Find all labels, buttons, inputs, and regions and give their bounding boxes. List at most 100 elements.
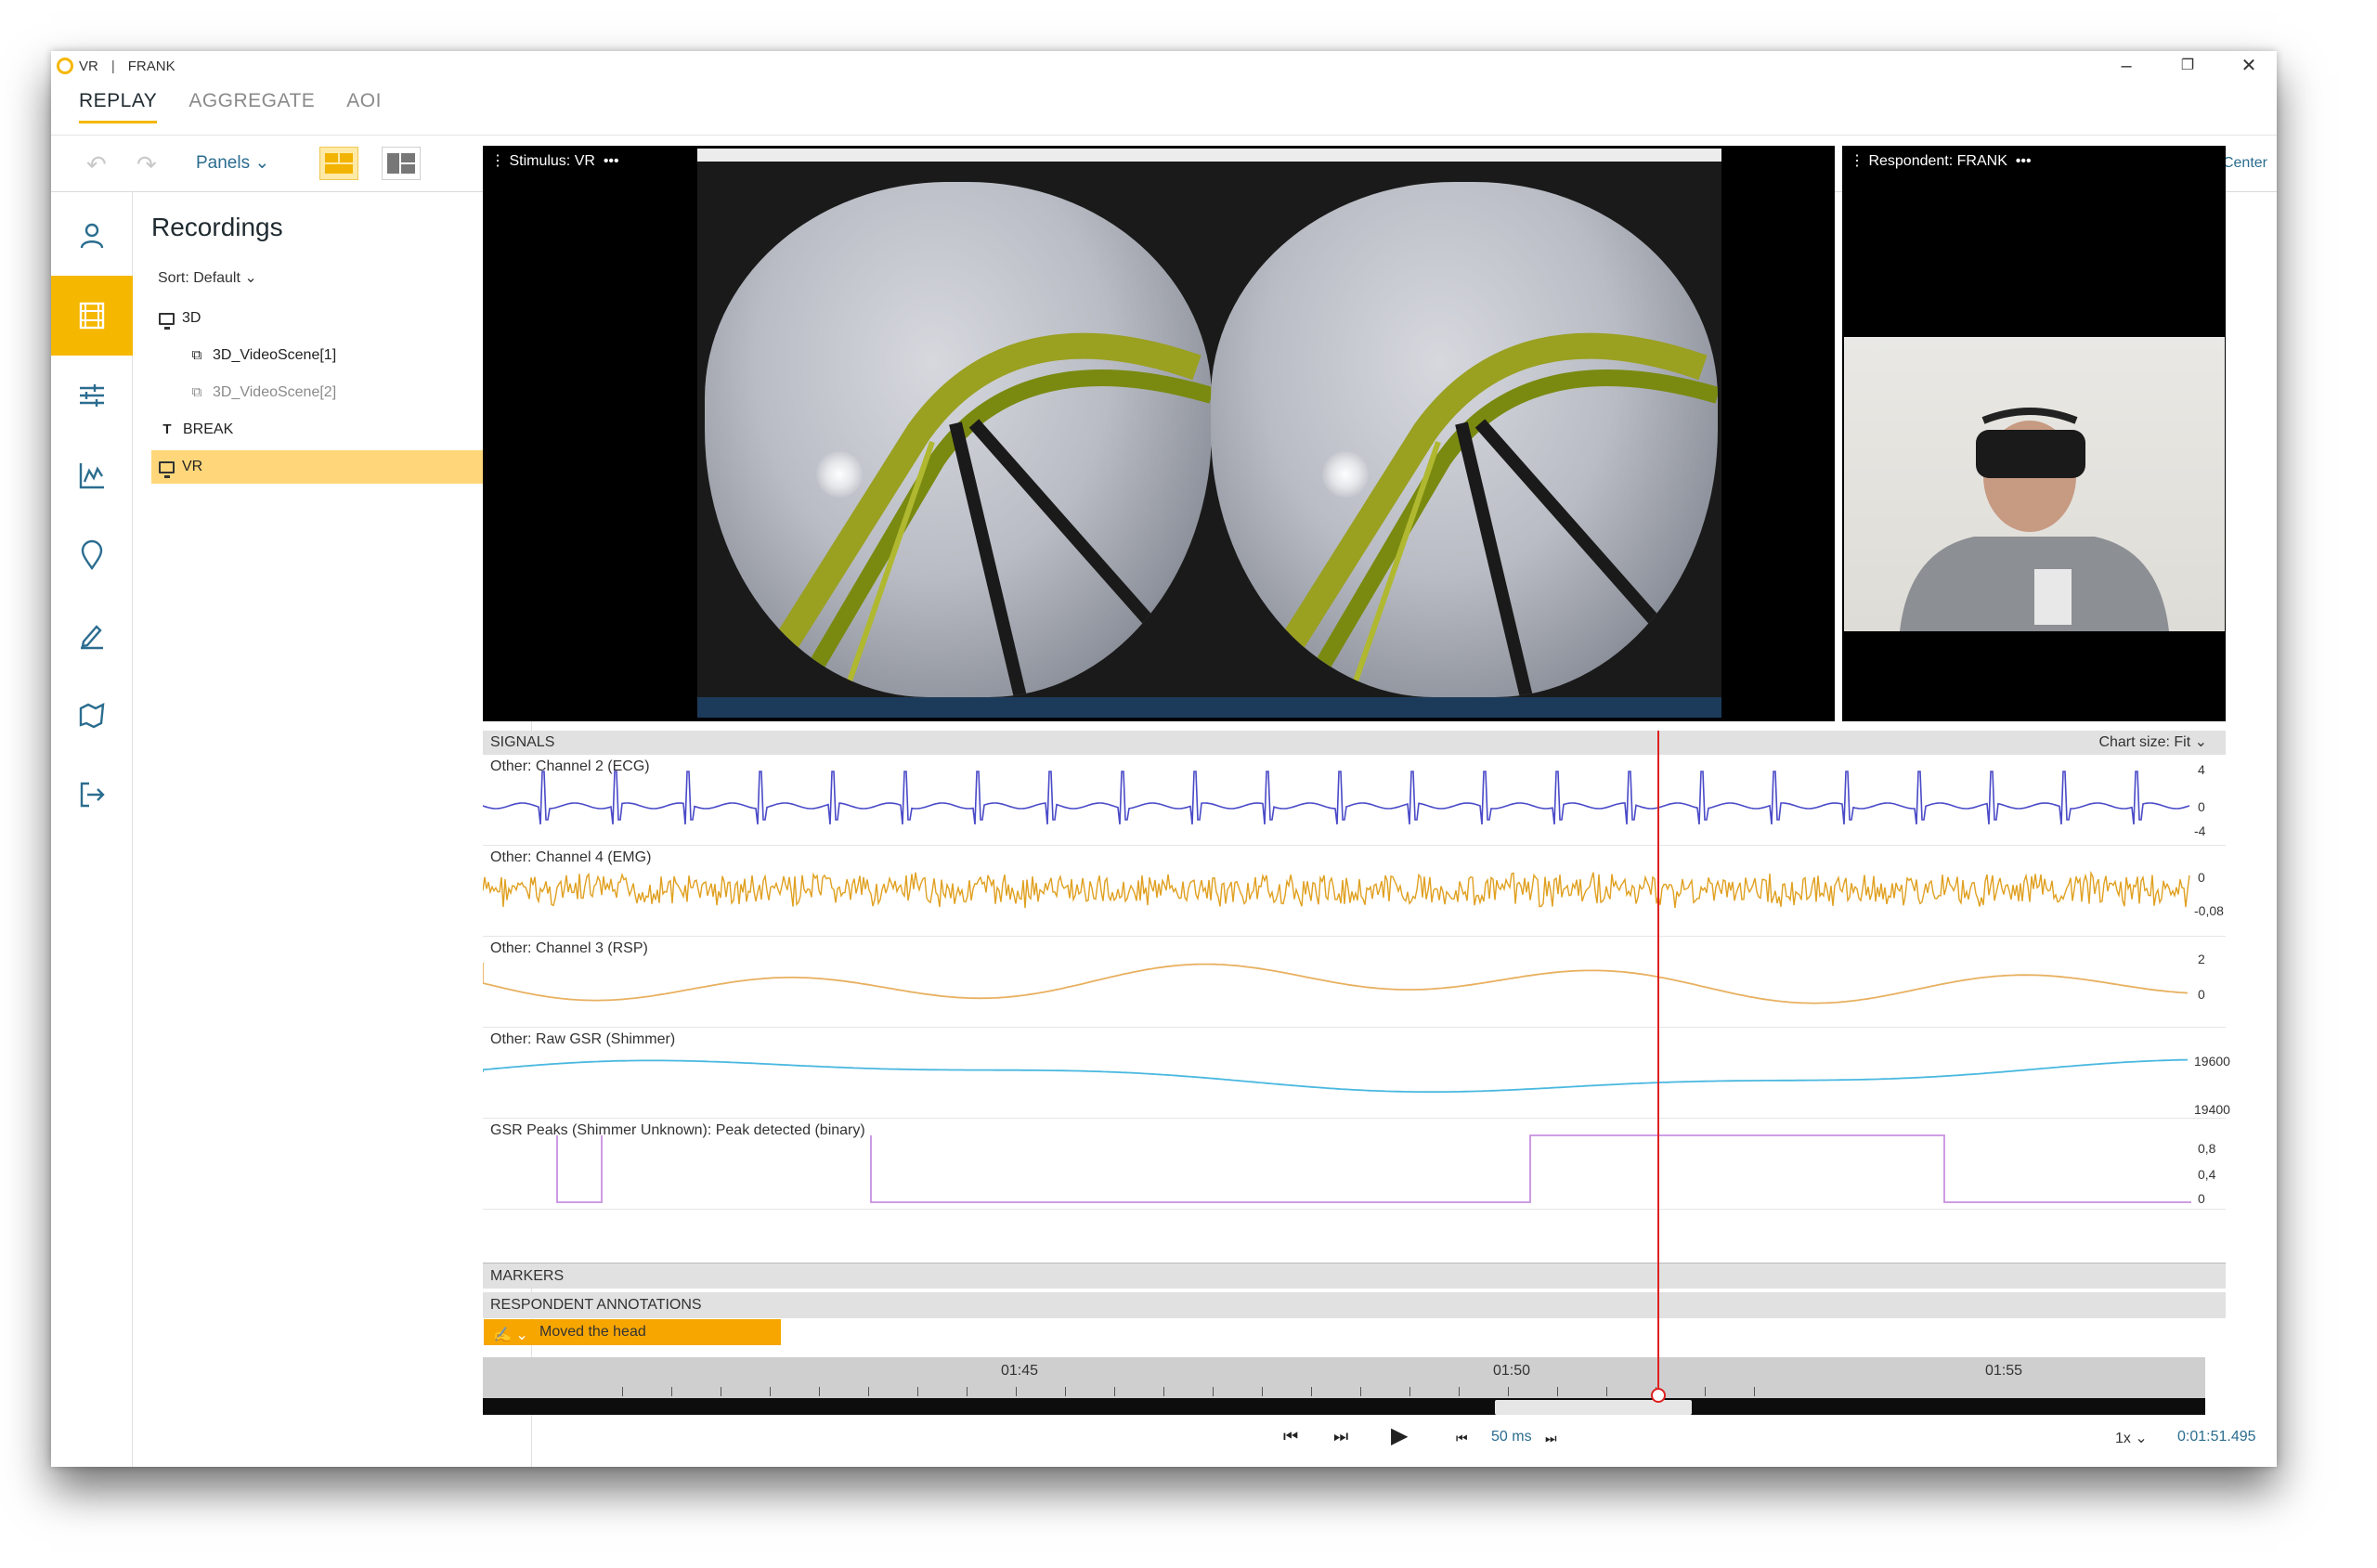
playhead-handle[interactable]	[1651, 1388, 1666, 1403]
sliders-icon	[80, 384, 104, 407]
video-scene-icon: ⧉	[191, 384, 202, 400]
axis-tick: -4	[2194, 823, 2206, 838]
signal-line	[483, 771, 2190, 825]
stimulus-label: ⋮ Stimulus: VR •••	[490, 153, 619, 169]
stimulus-menu-icon[interactable]: •••	[604, 153, 619, 169]
vr-video[interactable]	[697, 149, 1721, 718]
timeline-tick	[671, 1387, 672, 1396]
annotation-item[interactable]: ✍ ⌄ Moved the head	[484, 1319, 781, 1345]
axis-tick: 0	[2198, 987, 2205, 1002]
timeline-tick	[1114, 1387, 1115, 1396]
title-separator: |	[110, 58, 115, 74]
markers-title: MARKERS	[490, 1268, 565, 1284]
layout-split-icon	[387, 153, 415, 174]
timeline-tick	[1163, 1387, 1164, 1396]
restore-button[interactable]: ❐	[2169, 55, 2206, 77]
timeline-label: 01:55	[1985, 1363, 2023, 1379]
axis-tick: 19600	[2194, 1054, 2230, 1069]
timeline-tick	[1262, 1387, 1263, 1396]
rail-signals[interactable]	[51, 435, 133, 515]
timeline-tick	[1557, 1387, 1558, 1396]
rail-recordings[interactable]	[51, 276, 133, 356]
step-size[interactable]: 50 ms	[1491, 1429, 1532, 1445]
rail-settings[interactable]	[51, 356, 133, 435]
annotation-label: Moved the head	[539, 1324, 646, 1340]
text-icon: T	[162, 421, 172, 437]
axis-tick: 0	[2198, 870, 2205, 885]
timeline-ruler[interactable]	[483, 1357, 2205, 1398]
monitor-icon	[159, 312, 175, 330]
timeline-tick	[868, 1387, 869, 1396]
recording-item[interactable]: T BREAK	[151, 413, 506, 447]
chart-size-dropdown[interactable]: Chart size: Fit ⌄	[2098, 731, 2207, 755]
respondent-video[interactable]	[1844, 337, 2225, 631]
sort-dropdown[interactable]: Sort: Default ⌄	[158, 268, 257, 287]
panels-dropdown[interactable]: Panels ⌄	[196, 152, 269, 174]
timeline-label: 01:45	[1001, 1363, 1039, 1379]
rail-annotate[interactable]	[51, 595, 133, 675]
timeline-tick	[967, 1387, 968, 1396]
tab-aoi[interactable]: AOI	[346, 86, 382, 123]
rail-respondents[interactable]	[51, 196, 133, 276]
tab-replay[interactable]: REPLAY	[79, 86, 158, 123]
chevron-down-icon: ⌄	[2135, 1431, 2148, 1446]
timeline-tick	[770, 1387, 771, 1396]
coaster-track-left	[749, 332, 1212, 697]
chart-icon	[79, 463, 104, 489]
play-icon[interactable]: ▶	[1391, 1422, 1408, 1449]
signals-header: SIGNALS	[483, 731, 2226, 755]
monitor-icon	[159, 460, 175, 478]
skip-end-icon[interactable]: ⏭	[1333, 1427, 1348, 1446]
skip-start-icon[interactable]: ⏮	[1283, 1427, 1298, 1446]
chevron-down-icon: ⌄	[254, 153, 270, 173]
timeline-scrollbar[interactable]	[483, 1398, 2205, 1415]
rail-map[interactable]	[51, 675, 133, 755]
close-window-button[interactable]: ✕	[2230, 55, 2267, 77]
rail-export[interactable]	[51, 755, 133, 835]
annotations-header: RESPONDENT ANNOTATIONS	[483, 1292, 2226, 1318]
recording-item[interactable]: 3D	[151, 302, 506, 335]
signals-panel: SIGNALS Chart size: Fit ⌄ Other: Channel…	[483, 731, 2230, 1265]
tab-aggregate[interactable]: AGGREGATE	[188, 86, 315, 123]
respondent-figure	[1900, 408, 2169, 631]
emg-trace	[483, 870, 2190, 909]
recording-item[interactable]: ⧉ 3D_VideoScene[2]	[181, 376, 506, 409]
respondent-menu-icon[interactable]: •••	[2016, 153, 2032, 169]
ecg-trace	[483, 771, 2190, 825]
layout-grid-button[interactable]	[319, 147, 358, 180]
signal-row-emg: Other: Channel 4 (EMG) 0 -0,08	[483, 846, 2226, 937]
rail-aoi[interactable]	[51, 515, 133, 595]
map-icon	[79, 702, 105, 729]
recording-item-label: VR	[182, 459, 203, 474]
recording-item[interactable]: ⧉ 3D_VideoScene[1]	[181, 339, 506, 372]
speed-label: 1x	[2115, 1431, 2131, 1446]
recordings-title: Recordings	[151, 213, 283, 241]
recording-item-selected[interactable]: VR	[151, 450, 506, 484]
undo-icon[interactable]: ↶	[86, 150, 107, 179]
left-lens	[705, 182, 1212, 697]
timeline-window-handle[interactable]	[1495, 1400, 1692, 1415]
exit-icon	[80, 782, 105, 808]
timeline-tick	[1016, 1387, 1017, 1396]
redo-icon[interactable]: ↷	[136, 150, 157, 179]
axis-tick: 0,8	[2198, 1141, 2216, 1156]
chevron-down-icon: ⌄	[244, 270, 257, 286]
left-rail	[51, 192, 133, 1467]
panels-label: Panels	[196, 153, 251, 173]
step-back-icon[interactable]: ⏮	[1456, 1431, 1468, 1446]
recording-item-label: BREAK	[183, 421, 234, 437]
timeline-tick	[1754, 1387, 1755, 1396]
timeline-tick	[1606, 1387, 1607, 1396]
minimize-button[interactable]: –	[2108, 55, 2145, 77]
layout-grid-icon	[325, 153, 353, 174]
timeline-label: 01:50	[1493, 1363, 1531, 1379]
playhead-line[interactable]	[1657, 731, 1659, 1394]
step-forward-icon[interactable]: ⏭	[1545, 1431, 1557, 1446]
axis-tick: 0	[2198, 1191, 2205, 1206]
layout-split-button[interactable]	[382, 147, 421, 180]
person-icon	[80, 223, 104, 249]
signal-row-rsp: Other: Channel 3 (RSP) 2 0	[483, 937, 2226, 1028]
respondent-label: ⋮ Respondent: FRANK •••	[1850, 153, 2032, 169]
sort-label: Sort: Default	[158, 270, 240, 286]
playback-speed[interactable]: 1x ⌄	[2115, 1429, 2148, 1447]
